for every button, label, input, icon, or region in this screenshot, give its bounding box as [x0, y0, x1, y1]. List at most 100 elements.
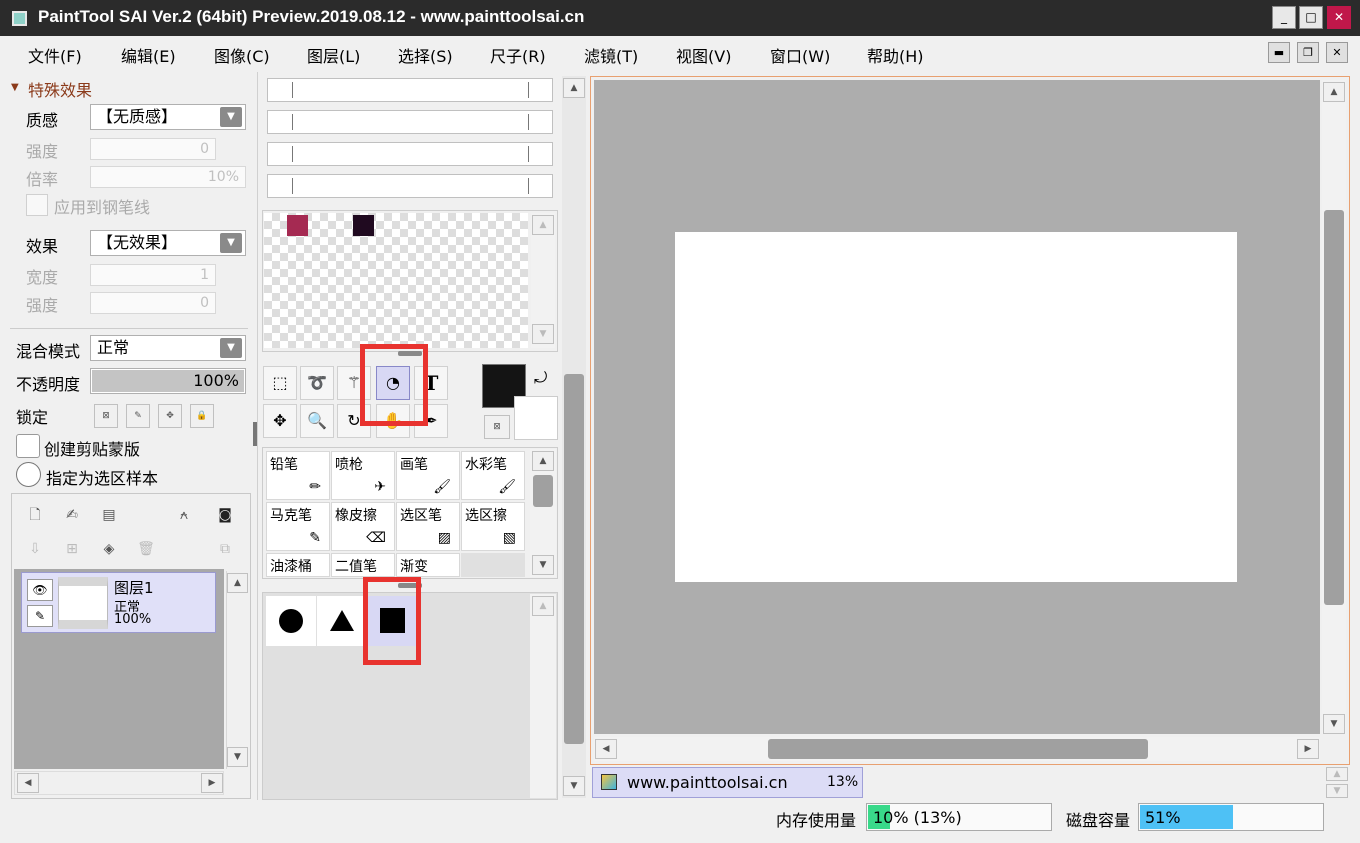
- new-pen-layer-icon[interactable]: ✍: [61, 504, 83, 526]
- scroll-thumb[interactable]: [533, 475, 553, 507]
- scroll-thumb[interactable]: [768, 739, 1148, 759]
- selection-sample-radio[interactable]: [16, 462, 41, 487]
- scroll-right-icon[interactable]: ▶: [1297, 739, 1319, 759]
- tab-scroll-down-icon[interactable]: ▼: [1326, 784, 1348, 798]
- shape-triangle[interactable]: [317, 596, 367, 646]
- brush-gradient[interactable]: 渐变: [396, 553, 460, 577]
- scroll-left-icon[interactable]: ◀: [17, 773, 39, 793]
- menu-select[interactable]: 选择(S): [398, 43, 453, 67]
- clip-mask-checkbox[interactable]: [16, 434, 40, 458]
- brush-watercolor[interactable]: 水彩笔 🖌: [461, 451, 525, 500]
- tab-scroll-up-icon[interactable]: ▲: [1326, 767, 1348, 781]
- brush-airbrush[interactable]: 喷枪 ✈: [331, 451, 395, 500]
- effect-dropdown[interactable]: 【无效果】 ▼: [90, 230, 246, 256]
- brush-select-eraser[interactable]: 选区擦 ▧: [461, 502, 525, 551]
- scroll-up-icon[interactable]: ▲: [532, 596, 554, 616]
- scroll-down-icon[interactable]: ▼: [563, 776, 585, 796]
- lock-transparency-icon[interactable]: ⊠: [94, 404, 118, 428]
- lock-draw-icon[interactable]: ✎: [126, 404, 150, 428]
- color-slider-4[interactable]: [267, 174, 553, 198]
- lock-move-icon[interactable]: ✥: [158, 404, 182, 428]
- transfer-down-icon[interactable]: ⇩: [24, 538, 46, 560]
- scroll-thumb[interactable]: [1324, 210, 1344, 605]
- splitter-handle[interactable]: [253, 422, 257, 446]
- delete-layer-icon[interactable]: 🗑: [135, 538, 157, 560]
- layer-effect-icon[interactable]: ⍲: [173, 504, 195, 526]
- scroll-up-icon[interactable]: ▲: [1323, 82, 1345, 102]
- scroll-down-icon[interactable]: ▼: [532, 324, 554, 344]
- special-effects-header[interactable]: 特殊效果: [28, 77, 92, 101]
- lock-all-icon[interactable]: 🔒: [190, 404, 214, 428]
- background-color[interactable]: [514, 396, 558, 440]
- menu-image[interactable]: 图像(C): [214, 43, 270, 67]
- texture-dropdown[interactable]: 【无质感】 ▼: [90, 104, 246, 130]
- layer-list-hscrollbar[interactable]: ◀ ▶: [14, 771, 224, 795]
- scroll-up-icon[interactable]: ▲: [532, 451, 554, 471]
- menu-window[interactable]: 窗口(W): [770, 43, 830, 67]
- layer-list-scrollbar[interactable]: ▲ ▼: [226, 571, 248, 769]
- brush-brush[interactable]: 画笔 🖌: [396, 451, 460, 500]
- scroll-down-icon[interactable]: ▼: [227, 747, 248, 767]
- rect-select-icon[interactable]: ⬚: [263, 366, 297, 400]
- doc-close-button[interactable]: ✕: [1326, 42, 1348, 63]
- scale-field[interactable]: 10%: [90, 166, 246, 188]
- brush-select-pen[interactable]: 选区笔 ▨: [396, 502, 460, 551]
- scroll-right-icon[interactable]: ▶: [201, 773, 223, 793]
- brush-pencil[interactable]: 铅笔 ✏: [266, 451, 330, 500]
- brush-scrollbar[interactable]: ▲ ▼: [530, 449, 556, 577]
- scroll-down-icon[interactable]: ▼: [532, 555, 554, 575]
- menu-layer[interactable]: 图层(L): [307, 43, 360, 67]
- close-button[interactable]: ✕: [1327, 6, 1351, 29]
- collapse-arrow-icon[interactable]: ▼: [11, 82, 19, 93]
- new-folder-icon[interactable]: ▤: [98, 504, 120, 526]
- move-tool-icon[interactable]: ✥: [263, 404, 297, 438]
- layer-row[interactable]: 👁 ✎ 图层1 正常 100%: [21, 572, 216, 633]
- scroll-up-icon[interactable]: ▲: [563, 78, 585, 98]
- strength-field[interactable]: 0: [90, 138, 216, 160]
- tool-panel-scrollbar[interactable]: ▲ ▼: [562, 76, 586, 798]
- shape-circle[interactable]: [266, 596, 316, 646]
- brush-marker[interactable]: 马克笔 ✎: [266, 502, 330, 551]
- menu-ruler[interactable]: 尺子(R): [490, 43, 546, 67]
- zoom-tool-icon[interactable]: 🔍: [300, 404, 334, 438]
- maximize-button[interactable]: □: [1299, 6, 1323, 29]
- canvas-document[interactable]: [675, 232, 1237, 582]
- canvas-hscrollbar[interactable]: ◀ ▶: [594, 737, 1320, 761]
- document-tab[interactable]: www.painttoolsai.cn 13%: [592, 767, 863, 798]
- clear-layer-icon[interactable]: ◈: [98, 538, 120, 560]
- color-swatch[interactable]: [353, 215, 374, 236]
- strength2-field[interactable]: 0: [90, 292, 216, 314]
- apply-pen-checkbox[interactable]: [26, 194, 48, 216]
- color-swatch[interactable]: [287, 215, 308, 236]
- layer-mask-icon[interactable]: ◙: [214, 504, 236, 526]
- transparent-color-icon[interactable]: ⊠: [484, 415, 510, 439]
- width-field[interactable]: 1: [90, 264, 216, 286]
- blend-mode-dropdown[interactable]: 正常 ▼: [90, 335, 246, 361]
- scroll-down-icon[interactable]: ▼: [1323, 714, 1345, 734]
- menu-filter[interactable]: 滤镜(T): [584, 43, 638, 67]
- menu-edit[interactable]: 编辑(E): [121, 43, 176, 67]
- merge-down-icon[interactable]: ⊞: [61, 538, 83, 560]
- scroll-up-icon[interactable]: ▲: [227, 573, 248, 593]
- doc-restore-button[interactable]: ❐: [1297, 42, 1319, 63]
- menu-help[interactable]: 帮助(H): [867, 43, 924, 67]
- scroll-left-icon[interactable]: ◀: [595, 739, 617, 759]
- color-slider-2[interactable]: [267, 110, 553, 134]
- brush-binary-pen[interactable]: 二值笔: [331, 553, 395, 577]
- menu-file[interactable]: 文件(F): [28, 43, 82, 67]
- eye-icon[interactable]: 👁: [27, 579, 53, 601]
- color-slider-3[interactable]: [267, 142, 553, 166]
- brush-eraser[interactable]: 橡皮擦 ⌫: [331, 502, 395, 551]
- minimize-button[interactable]: _: [1272, 6, 1296, 29]
- lasso-icon[interactable]: ➰: [300, 366, 334, 400]
- doc-minimize-button[interactable]: ▬: [1268, 42, 1290, 63]
- new-layer-icon[interactable]: 🗋: [24, 504, 46, 526]
- opacity-slider[interactable]: 100%: [90, 368, 246, 394]
- scroll-thumb[interactable]: [564, 374, 584, 744]
- brush-bucket[interactable]: 油漆桶: [266, 553, 330, 577]
- menu-view[interactable]: 视图(V): [676, 43, 731, 67]
- swap-colors-icon[interactable]: ⤾: [534, 368, 547, 388]
- pencil-icon[interactable]: ✎: [27, 605, 53, 627]
- swatch-scrollbar[interactable]: ▲ ▼: [531, 213, 555, 348]
- canvas-vscrollbar[interactable]: ▲ ▼: [1322, 80, 1346, 734]
